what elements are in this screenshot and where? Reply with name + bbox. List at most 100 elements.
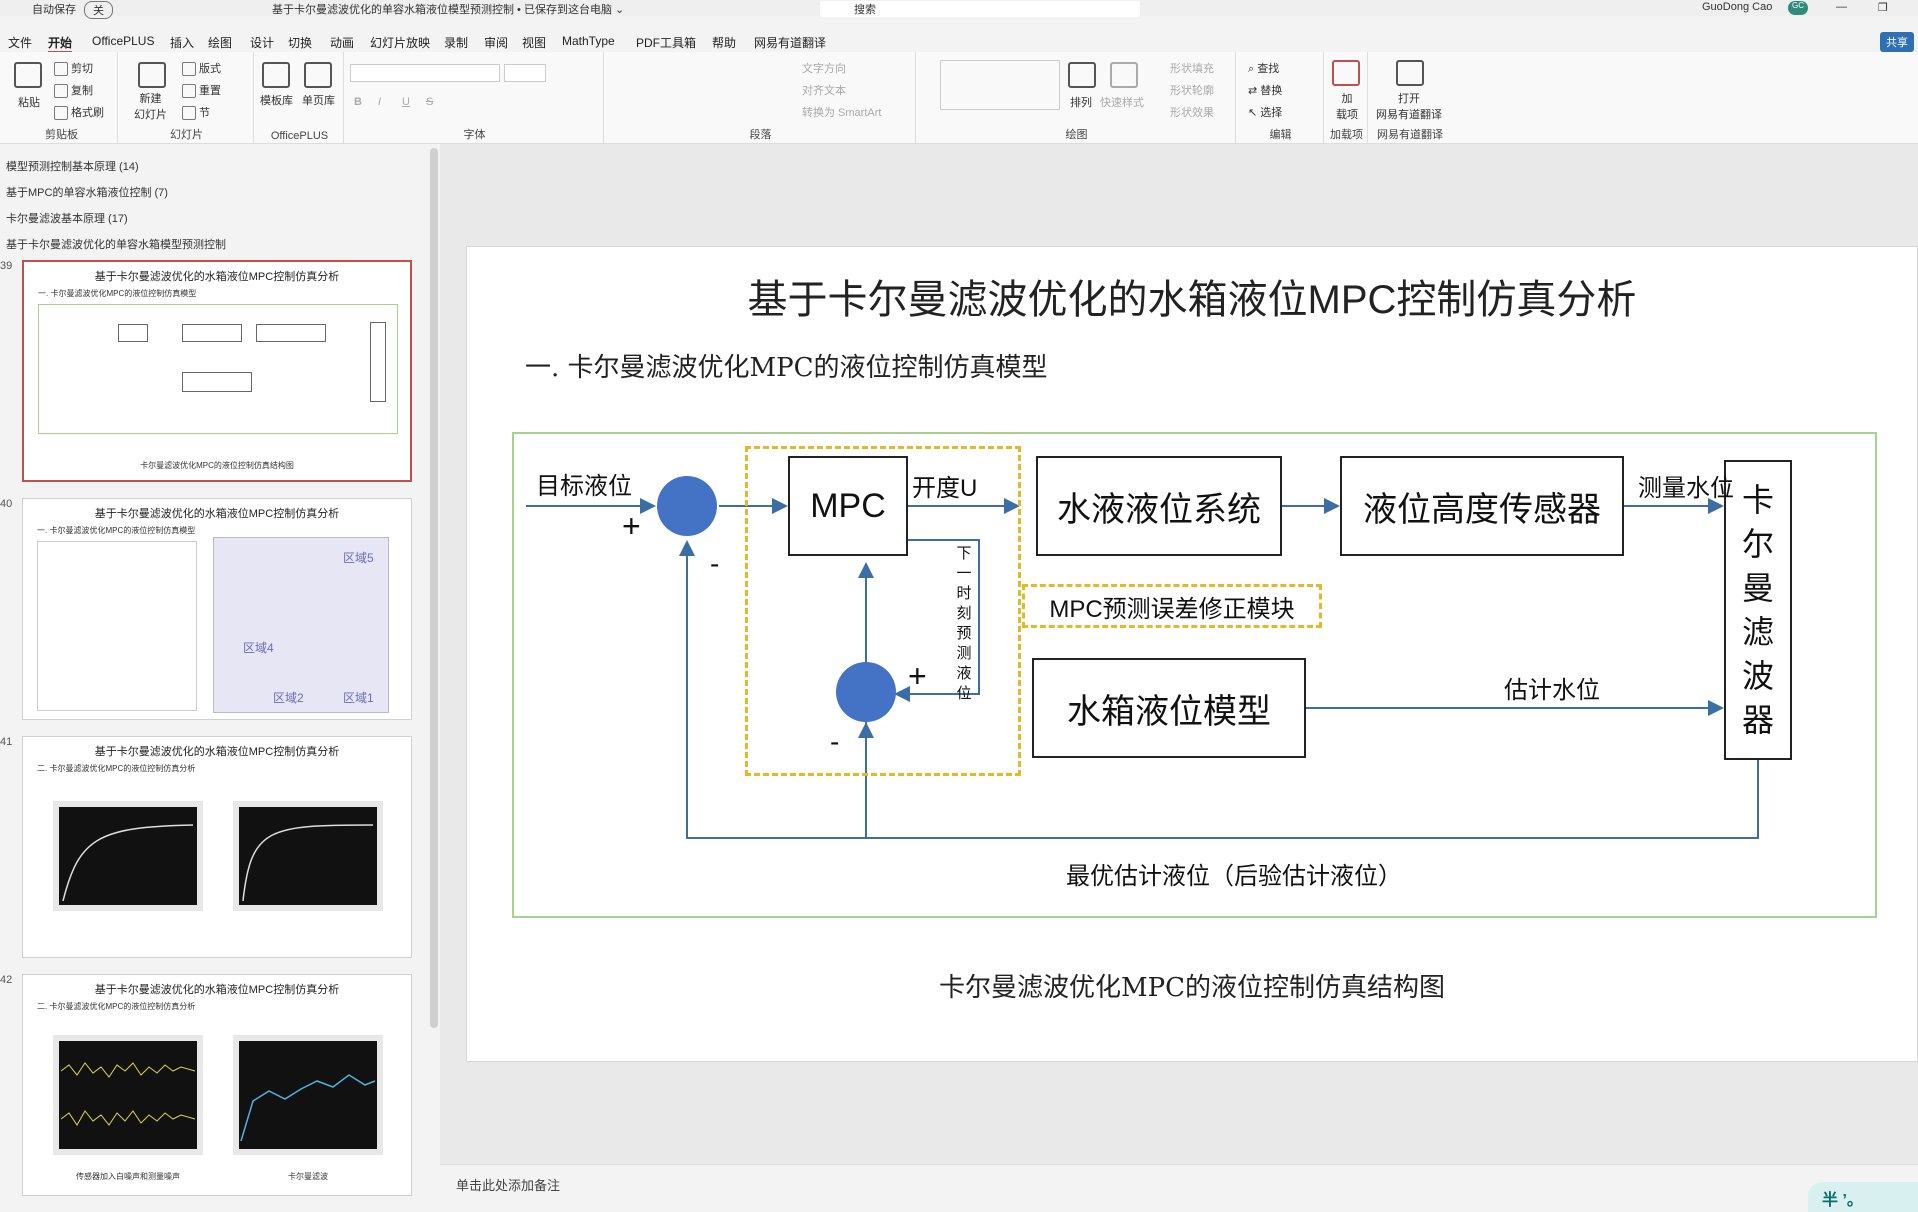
copy-button[interactable]: 复制 bbox=[54, 82, 93, 99]
share-label: 共享 bbox=[1886, 37, 1908, 49]
addins-icon[interactable] bbox=[1332, 60, 1360, 86]
template-button[interactable]: 模板库 bbox=[260, 92, 293, 108]
text-direction-button[interactable]: 文字方向 bbox=[802, 60, 846, 76]
menu-item[interactable]: 视图 bbox=[522, 34, 546, 51]
reset-button[interactable]: 重置 bbox=[182, 82, 221, 99]
addins-button[interactable]: 加 载项 bbox=[1336, 90, 1358, 122]
title-bar: 自动保存 关 基于卡尔曼滤波优化的单容水箱液位模型预测控制 • 已保存到这台电脑… bbox=[0, 0, 1918, 19]
font-name-select[interactable] bbox=[350, 64, 500, 82]
find-label: 查找 bbox=[1257, 63, 1280, 75]
new-slide-button[interactable]: 新建 幻灯片 bbox=[134, 90, 167, 122]
arrange-button[interactable]: 排列 bbox=[1070, 94, 1092, 110]
bold-icon[interactable]: B bbox=[354, 96, 362, 108]
open-translate-button[interactable]: 打开 网易有道翻译 bbox=[1376, 90, 1442, 122]
slide-thumbnail[interactable]: 基于卡尔曼滤波优化的水箱液位MPC控制仿真分析 一. 卡尔曼滤波优化MPC的液位… bbox=[22, 498, 412, 720]
slide-outline-pane: 模型预测控制基本原理 (14) 基于MPC的单容水箱液位控制 (7) 卡尔曼滤波… bbox=[0, 144, 440, 1212]
notes-pane[interactable]: 单击此处添加备注 半 ’。 bbox=[440, 1164, 1918, 1212]
shape-effect-button[interactable]: 形状效果 bbox=[1170, 104, 1214, 120]
section-header[interactable]: 模型预测控制基本原理 (14) bbox=[6, 158, 139, 174]
region-label: 区域4 bbox=[243, 641, 274, 655]
block-diagram[interactable]: MPC 水液液位系统 液位高度传感器 卡尔曼滤波器 水箱液位模型 MPC预测误差… bbox=[512, 432, 1877, 918]
arrange-icon[interactable] bbox=[1068, 62, 1096, 88]
minimize-icon[interactable]: — bbox=[1836, 1, 1847, 13]
slide-thumbnail[interactable]: 基于卡尔曼滤波优化的水箱液位MPC控制仿真分析 二. 卡尔曼滤波优化MPC的液位… bbox=[22, 736, 412, 958]
menu-item[interactable]: 文件 bbox=[8, 34, 32, 51]
menu-item[interactable]: 幻灯片放映 bbox=[370, 34, 430, 51]
paste-button[interactable]: 粘贴 bbox=[18, 94, 40, 110]
menu-item[interactable]: 绘图 bbox=[208, 34, 232, 51]
menu-item[interactable]: 审阅 bbox=[484, 34, 508, 51]
share-button[interactable]: 共享 bbox=[1880, 32, 1914, 52]
select-button[interactable]: ↖ 选择 bbox=[1248, 104, 1282, 120]
underline-icon[interactable]: U bbox=[402, 96, 410, 108]
avatar[interactable]: GC bbox=[1788, 1, 1808, 15]
group-addins: 加 载项 加载项 bbox=[1326, 52, 1368, 144]
section-icon bbox=[182, 106, 196, 121]
quickstyle-icon[interactable] bbox=[1110, 62, 1138, 88]
layout-button[interactable]: 版式 bbox=[182, 60, 221, 77]
group-officeplus: 模板库 单页库 OfficePLUS bbox=[256, 52, 344, 144]
shapes-gallery[interactable] bbox=[940, 60, 1060, 110]
menu-item[interactable]: 切换 bbox=[288, 34, 312, 51]
menu-item[interactable]: 帮助 bbox=[712, 34, 736, 51]
find-button[interactable]: ⌕ 查找 bbox=[1248, 60, 1279, 76]
menu-item[interactable]: OfficePLUS bbox=[92, 34, 154, 48]
section-header[interactable]: 基于MPC的单容水箱液位控制 (7) bbox=[6, 184, 168, 200]
restore-icon[interactable]: ❐ bbox=[1878, 1, 1888, 14]
thumbnail-plot bbox=[53, 801, 203, 911]
quickstyle-button[interactable]: 快速样式 bbox=[1100, 94, 1144, 110]
shape-outline-button[interactable]: 形状轮廓 bbox=[1170, 82, 1214, 98]
outline-scrollbar[interactable] bbox=[430, 148, 438, 1028]
menu-item[interactable]: 动画 bbox=[330, 34, 354, 51]
autosave-toggle[interactable]: 关 bbox=[84, 1, 113, 19]
new-slide-icon[interactable] bbox=[138, 62, 166, 88]
align-text-button[interactable]: 对齐文本 bbox=[802, 82, 846, 98]
font-size-select[interactable] bbox=[504, 64, 546, 82]
italic-icon[interactable]: I bbox=[378, 96, 381, 108]
tank-level-model-block[interactable]: 水箱液位模型 bbox=[1032, 658, 1306, 758]
group-label: 段落 bbox=[749, 129, 772, 141]
slide-title[interactable]: 基于卡尔曼滤波优化的水箱液位MPC控制仿真分析 bbox=[467, 267, 1917, 325]
section-header[interactable]: 卡尔曼滤波基本原理 (17) bbox=[6, 210, 128, 226]
menu-item[interactable]: PDF工具箱 bbox=[636, 34, 696, 51]
slide-thumbnail[interactable]: 基于卡尔曼滤波优化的水箱液位MPC控制仿真分析 二. 卡尔曼滤波优化MPC的液位… bbox=[22, 974, 412, 1196]
kalman-filter-block[interactable]: 卡尔曼滤波器 bbox=[1724, 460, 1792, 760]
section-button[interactable]: 节 bbox=[182, 104, 210, 121]
singlepage-icon[interactable] bbox=[304, 62, 332, 88]
autosave-label: 自动保存 bbox=[32, 4, 76, 16]
thumbnail-plot bbox=[53, 1035, 203, 1155]
strikethrough-icon[interactable]: S bbox=[426, 96, 433, 108]
menu-item[interactable]: 网易有道翻译 bbox=[754, 34, 826, 51]
menu-item[interactable]: 插入 bbox=[170, 34, 194, 51]
translate-icon[interactable] bbox=[1396, 60, 1424, 86]
singlepage-button[interactable]: 单页库 bbox=[302, 92, 335, 108]
thumbnail-title: 基于卡尔曼滤波优化的水箱液位MPC控制仿真分析 bbox=[94, 984, 340, 996]
summing-junction-1 bbox=[657, 476, 717, 536]
replace-button[interactable]: ⇄ 替换 bbox=[1248, 82, 1282, 98]
mpc-correction-module-block[interactable]: MPC预测误差修正模块 bbox=[1022, 584, 1322, 628]
thumbnail-text-box bbox=[37, 541, 197, 711]
menu-item[interactable]: 开始 bbox=[48, 34, 73, 53]
menu-item[interactable]: 设计 bbox=[250, 34, 274, 51]
slide-thumbnail[interactable]: 基于卡尔曼滤波优化的水箱液位MPC控制仿真分析 一. 卡尔曼滤波优化MPC的液位… bbox=[22, 260, 412, 482]
slide-subtitle[interactable]: 一. 卡尔曼滤波优化MPC的液位控制仿真模型 bbox=[525, 347, 1048, 384]
group-label: 剪贴板 bbox=[45, 129, 78, 141]
mpc-block[interactable]: MPC bbox=[788, 456, 908, 556]
menu-item[interactable]: 录制 bbox=[444, 34, 468, 51]
cut-button[interactable]: 剪切 bbox=[54, 60, 93, 77]
water-level-system-block[interactable]: 水液液位系统 bbox=[1036, 456, 1282, 556]
plus-sign: + bbox=[908, 658, 927, 694]
slide-caption[interactable]: 卡尔曼滤波优化MPC的液位控制仿真结构图 bbox=[467, 967, 1917, 1004]
select-label: 选择 bbox=[1260, 107, 1283, 119]
menu-item[interactable]: MathType bbox=[562, 34, 615, 48]
format-painter-button[interactable]: 格式刷 bbox=[54, 104, 104, 121]
search-box[interactable]: 搜索 bbox=[820, 1, 1140, 17]
ime-badge[interactable]: 半 ’。 bbox=[1808, 1182, 1918, 1212]
paste-icon[interactable] bbox=[14, 62, 42, 88]
section-header[interactable]: 基于卡尔曼滤波优化的单容水箱模型预测控制 bbox=[6, 236, 226, 252]
slide[interactable]: 基于卡尔曼滤波优化的水箱液位MPC控制仿真分析 一. 卡尔曼滤波优化MPC的液位… bbox=[466, 246, 1918, 1062]
template-icon[interactable] bbox=[262, 62, 290, 88]
shape-fill-button[interactable]: 形状填充 bbox=[1170, 60, 1214, 76]
smartart-button[interactable]: 转换为 SmartArt bbox=[802, 104, 881, 120]
level-sensor-block[interactable]: 液位高度传感器 bbox=[1340, 456, 1624, 556]
